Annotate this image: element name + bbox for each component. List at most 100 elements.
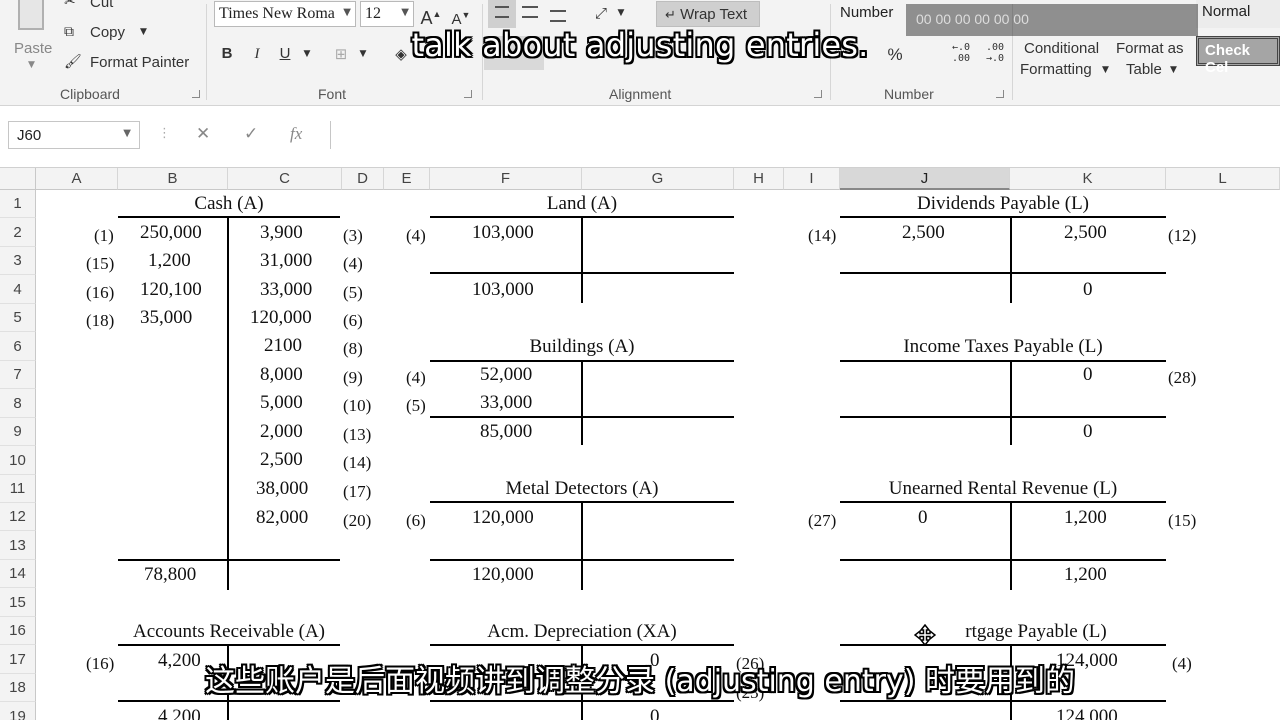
mortgage-payable-balance: 124,000 [1056,706,1118,720]
unearned-rental-revenue-credit-ref: (15) [1168,511,1197,530]
cash-credit-ref: (8) [343,339,363,358]
metal-detectors-ref: (6) [406,511,426,530]
column-header-g[interactable]: G [582,168,734,190]
align-middle-icon[interactable] [522,6,538,18]
number-launcher-icon[interactable] [996,90,1004,98]
grow-font-button[interactable]: A▲ [420,3,442,28]
row-header-3[interactable]: 3 [0,247,36,275]
dividends-payable-t-line [840,216,1166,218]
insert-function-icon[interactable]: fx [290,124,302,144]
font-group-label: Font [318,86,347,102]
shrink-font-button[interactable]: A▼ [450,4,472,28]
cash-balance: 78,800 [144,564,197,585]
cash-title: Cash (A) [194,193,264,214]
column-header-a[interactable]: A [36,168,118,190]
metal-detectors-amount: 120,000 [472,507,534,528]
column-header-j[interactable]: J [840,168,1010,190]
column-header-c[interactable]: C [228,168,342,190]
metal-detectors-title: Metal Detectors (A) [505,478,659,499]
orientation-dropdown-icon[interactable]: ▼ [610,2,632,24]
row-header-9[interactable]: 9 [0,418,36,446]
cash-credit-amount: 120,000 [250,307,312,328]
cash-debit-ref: (1) [94,226,114,245]
mortgage-payable-total-line [840,700,1166,702]
cash-t-line [118,216,340,218]
font-size-select[interactable]: 12 ▼ [360,1,414,27]
row-header-14[interactable]: 14 [0,560,36,588]
formula-input[interactable] [330,121,1280,149]
accounts-receivable-total-line [118,700,340,702]
acm-depreciation-total-line [430,700,734,702]
unearned-rental-revenue-title: Unearned Rental Revenue (L) [888,478,1118,499]
row-header-4[interactable]: 4 [0,275,36,304]
dividends-payable-credit-ref: (12) [1168,226,1197,245]
ribbon: Paste ▼ ✂ Cut ⧉ Copy ▼ 🖌 Format Painter … [0,0,1280,106]
cash-t-stem [227,216,229,590]
font-family-select[interactable]: Times New Roma ▼ [214,1,356,27]
mortgage-payable-title: rtgage Payable (L) [965,621,1107,642]
cut-button[interactable]: ✂ Cut [64,0,144,14]
move-cursor-icon [914,624,936,646]
column-header-b[interactable]: B [118,168,228,190]
worksheet-grid[interactable]: ABCDEFGHIJKL 1 2 3 4 5 6 7 8 9 10 11 12 13 14 15 16 17 18… [0,168,1280,720]
column-header-k[interactable]: K [1010,168,1166,190]
dividends-payable-title: Dividends Payable (L) [916,193,1089,214]
buildings-title: Buildings (A) [529,336,635,357]
row-header-13[interactable]: 13 [0,531,36,560]
column-header-l[interactable]: L [1166,168,1280,190]
wrap-text-button[interactable]: ↵ Wrap Text [656,1,760,27]
orientation-icon[interactable]: ⤢ [590,2,612,24]
row-header-7[interactable]: 7 [0,361,36,389]
font-size-value: 12 [365,5,381,22]
row-header-8[interactable]: 8 [0,389,36,418]
income-taxes-payable-total-line [840,416,1166,418]
unearned-rental-revenue-debit-ref: (27) [808,511,837,530]
align-top-button[interactable] [488,0,516,28]
cash-credit-ref: (17) [343,482,372,501]
income-taxes-payable-t-line [840,360,1166,362]
land-amount: 103,000 [472,222,534,243]
column-header-f[interactable]: F [430,168,582,190]
column-header-i[interactable]: I [784,168,840,190]
row-header-11[interactable]: 11 [0,475,36,503]
row-header-5[interactable]: 5 [0,304,36,332]
land-total-line [430,272,734,274]
cancel-icon[interactable]: ✕ [196,124,210,144]
column-header-d[interactable]: D [342,168,384,190]
name-box[interactable]: J60 ▼ [8,121,140,149]
column-header-e[interactable]: E [384,168,430,190]
row-header-15[interactable]: 15 [0,588,36,617]
normal-style-cell[interactable]: Normal [1196,0,1280,28]
cash-debit-amount: 250,000 [140,222,202,243]
row-header-10[interactable]: 10 [0,446,36,475]
cut-label: Cut [90,0,114,11]
alignment-launcher-icon[interactable] [814,90,822,98]
align-bottom-icon[interactable] [550,10,566,22]
cash-credit-amount: 38,000 [256,478,309,499]
row-header-16[interactable]: 16 [0,617,36,645]
row-header-6[interactable]: 6 [0,332,36,361]
chevron-down-icon: ▼ [343,7,351,18]
row-header-12[interactable]: 12 [0,503,36,531]
unearned-rental-revenue-total-line [840,559,1166,561]
row-header-19[interactable]: 19 [0,702,36,720]
dividends-payable-debit-ref: (14) [808,226,837,245]
income-taxes-payable-balance: 0 [1083,421,1093,442]
font-family-value: Times New Roma [219,5,335,22]
income-taxes-payable-title: Income Taxes Payable (L) [903,336,1103,357]
cash-credit-amount: 3,900 [260,222,303,243]
clipboard-launcher-icon[interactable] [192,90,200,98]
unearned-rental-revenue-debit: 0 [918,507,928,528]
buildings-total-line [430,416,734,418]
alignment-group-label: Alignment [609,86,672,102]
cash-credit-amount: 33,000 [260,279,313,300]
row-header-2[interactable]: 2 [0,218,36,247]
dividends-payable-total-line [840,272,1166,274]
column-header-h[interactable]: H [734,168,784,190]
select-all-corner[interactable] [0,168,36,190]
metal-detectors-t-stem [581,501,583,590]
enter-icon[interactable]: ✓ [244,124,258,144]
more-options-icon: ⋮ [158,126,171,141]
row-header-1[interactable]: 1 [0,190,36,218]
font-launcher-icon[interactable] [464,90,472,98]
